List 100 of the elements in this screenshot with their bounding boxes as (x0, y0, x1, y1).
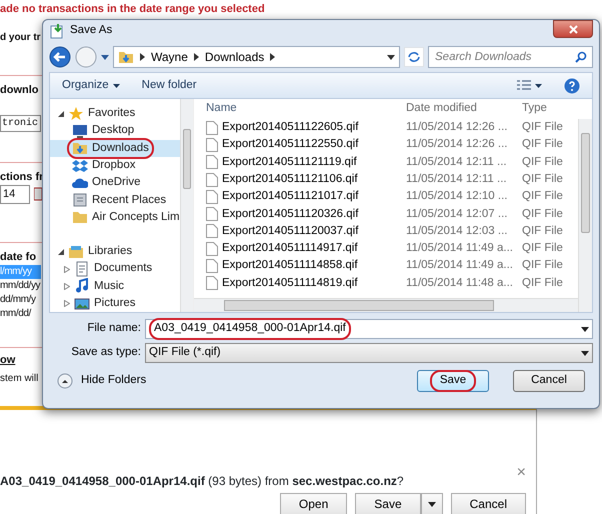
column-header[interactable]: Date modified (406, 100, 518, 118)
nav-item[interactable]: Downloads (67, 138, 154, 159)
organize-menu[interactable]: Organize (62, 76, 120, 94)
nav-item[interactable]: Music (74, 278, 124, 295)
column-header[interactable]: Type (518, 100, 578, 118)
file-type-select[interactable]: QIF File (*.qif) (145, 343, 593, 363)
download-action-button[interactable]: Cancel (450, 493, 526, 514)
field-label: Save as type: (70, 345, 142, 360)
save-icon (49, 23, 65, 39)
expanded-triangle-icon[interactable] (58, 110, 64, 117)
dialog-button[interactable]: Cancel (513, 370, 585, 392)
nav-item[interactable]: Pictures (74, 294, 136, 312)
save-button[interactable]: Save (355, 493, 421, 514)
date-format-option[interactable]: mm/dd/ (0, 307, 41, 321)
view-list-icon (517, 80, 531, 92)
nav-item[interactable]: Dropbox (72, 156, 136, 174)
download-action-button[interactable]: Open (280, 493, 348, 514)
caret-icon (581, 326, 589, 332)
nav-group-label[interactable]: Libraries (88, 243, 132, 260)
date-cell-text: 11/05/2014 11:48 a... (406, 276, 514, 291)
nav-item[interactable]: OneDrive (72, 174, 141, 192)
picture-icon (74, 296, 90, 312)
type-cell-text: QIF File (521, 241, 564, 256)
date-cell-text: 11/05/2014 11:49 a... (406, 241, 514, 256)
nav-group-label[interactable]: Favorites (88, 105, 136, 122)
date-cell-text: 11/05/2014 12:11 ... (406, 172, 508, 187)
scrollbar[interactable] (194, 298, 578, 312)
search-icon (575, 51, 587, 63)
year-select[interactable]: 14 (0, 185, 30, 204)
date-cell-text: 11/05/2014 12:26 ... (406, 137, 508, 152)
file-name-cell[interactable]: Export20140511121106.qif (194, 170, 406, 188)
expanded-triangle-icon[interactable] (58, 248, 64, 255)
hide-folders-button[interactable]: Hide Folders (57, 372, 146, 390)
caret-icon (535, 84, 542, 88)
file-name-cell[interactable]: Export20140511121119.qif (194, 154, 406, 171)
address-bar[interactable]: Wayne Downloads (113, 46, 400, 68)
field-label: File name: (86, 321, 142, 336)
file-icon (206, 172, 218, 187)
collapse-icon (57, 373, 73, 389)
nav-item[interactable]: Air Concepts Lim (72, 208, 180, 226)
type-cell-text: QIF File (521, 258, 564, 274)
file-name-cell[interactable]: Export20140511120037.qif (194, 222, 406, 240)
file-name-field[interactable]: A03_0419_0414958_000-01Apr14.qif (145, 319, 593, 339)
type-cell-text: QIF File (521, 276, 564, 291)
folder-icon (72, 209, 88, 226)
toolbar-button[interactable]: New folder (142, 76, 197, 94)
music-note-icon (74, 278, 90, 294)
chevron-right-icon (194, 53, 199, 61)
date-format-option[interactable]: mm/dd/yy (0, 279, 41, 293)
section-heading: downlo (0, 83, 40, 98)
file-icon (206, 138, 218, 152)
nav-item[interactable]: Desktop (72, 122, 134, 140)
library-icon (68, 244, 84, 260)
format-field[interactable]: tronic (0, 114, 41, 132)
file-icon (206, 242, 218, 256)
help-link[interactable]: ow (0, 352, 16, 368)
date-cell-text: 11/05/2014 12:07 ... (406, 206, 508, 222)
file-name-cell[interactable]: Export20140511121017.qif (194, 188, 406, 206)
date-format-option[interactable]: dd/mm/y (0, 293, 41, 307)
dialog-button[interactable]: Save (417, 370, 489, 392)
refresh-button[interactable] (404, 47, 424, 67)
caret-icon (581, 350, 589, 356)
file-icon (206, 120, 218, 135)
file-name-cell[interactable]: Export20140511114917.qif (194, 240, 406, 258)
column-header[interactable]: Name (194, 100, 406, 118)
type-cell-text: QIF File (521, 137, 564, 152)
type-cell-text: QIF File (521, 154, 564, 170)
file-name-cell[interactable]: Export20140511122605.qif (194, 119, 406, 136)
date-cell-text: 11/05/2014 12:10 ... (406, 189, 508, 204)
monitor-icon (72, 122, 88, 139)
scrollbar[interactable] (180, 99, 193, 312)
back-button[interactable] (49, 46, 71, 68)
close-button[interactable]: × (516, 464, 526, 482)
boxes-icon (72, 158, 88, 174)
type-cell-text: QIF File (521, 206, 564, 222)
help-button[interactable] (564, 78, 580, 94)
breadcrumb-item[interactable]: Downloads (204, 48, 264, 66)
caret-icon (101, 54, 109, 60)
date-cell-text: 11/05/2014 12:03 ... (406, 224, 508, 239)
type-cell-text: QIF File (521, 120, 564, 136)
file-name-cell[interactable]: Export20140511114819.qif (194, 274, 406, 292)
view-menu[interactable] (517, 80, 542, 92)
nav-item[interactable]: Recent Places (72, 192, 166, 209)
nav-item[interactable]: Documents (74, 260, 152, 278)
breadcrumb-item[interactable]: Wayne (151, 48, 188, 66)
history-button[interactable] (101, 54, 109, 60)
caret-icon (428, 502, 436, 508)
search-field[interactable]: Search Downloads (428, 46, 593, 68)
close-icon (568, 25, 578, 34)
annotated-value: A03_0419_0414958_000-01Apr14.qif (149, 318, 351, 340)
file-name-cell[interactable]: Export20140511114858.qif (194, 257, 406, 275)
chevron-right-icon (140, 53, 145, 61)
caret-icon (387, 54, 395, 60)
dropdown-button[interactable] (420, 493, 443, 514)
file-icon (206, 155, 218, 170)
close-button[interactable] (553, 20, 593, 38)
recent-places-icon (72, 192, 88, 208)
file-name-cell[interactable]: Export20140511120326.qif (194, 206, 406, 223)
file-name-cell[interactable]: Export20140511122550.qif (194, 136, 406, 154)
scrollbar[interactable] (578, 119, 592, 312)
